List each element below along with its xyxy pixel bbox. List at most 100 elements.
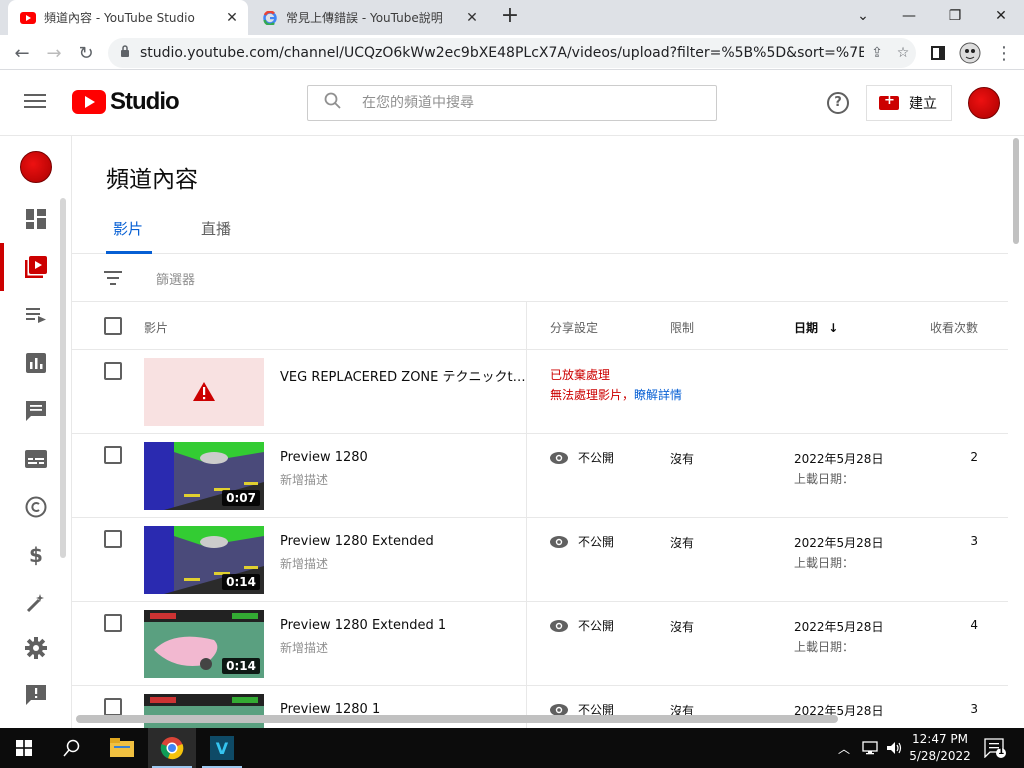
forward-arrow-icon[interactable]: →: [40, 39, 68, 67]
volume-icon[interactable]: [886, 728, 902, 768]
create-video-icon: [879, 93, 899, 110]
row-checkbox[interactable]: [104, 362, 122, 380]
video-description[interactable]: 新增描述: [280, 639, 328, 656]
copyright-icon[interactable]: [24, 495, 48, 519]
channel-avatar[interactable]: [20, 151, 52, 183]
views-cell: 3: [970, 702, 978, 716]
filter-bar[interactable]: 篩選器: [72, 254, 1008, 302]
studio-logo[interactable]: Studio: [72, 88, 180, 116]
dashboard-icon[interactable]: [24, 207, 48, 231]
channel-search-box[interactable]: [307, 85, 717, 121]
learn-more-link[interactable]: 瞭解詳情: [634, 388, 682, 402]
comments-icon[interactable]: [24, 399, 48, 423]
header-date-label: 日期: [794, 321, 819, 335]
feedback-icon[interactable]: [24, 683, 48, 707]
browser-toolbar: ← → ↻ studio.youtube.com/channel/UCQzO6k…: [0, 35, 1024, 70]
file-explorer-icon[interactable]: [98, 728, 146, 768]
nav-scrollbar[interactable]: [60, 198, 66, 558]
visibility-cell[interactable]: 不公開: [550, 449, 614, 466]
table-row[interactable]: VEG REPLACERED ZONE テクニックthek... 已放棄處理 無…: [72, 350, 1008, 434]
side-panel-icon[interactable]: [924, 39, 952, 67]
notifications-icon[interactable]: 1: [984, 728, 1006, 768]
search-icon[interactable]: [48, 728, 96, 768]
filter-label[interactable]: 篩選器: [156, 269, 195, 288]
browser-tab-studio[interactable]: 頻道內容 - YouTube Studio ✕: [8, 0, 248, 35]
row-checkbox[interactable]: [104, 530, 122, 548]
video-thumbnail[interactable]: 0:14: [144, 610, 264, 678]
horizontal-scrollbar[interactable]: [76, 715, 838, 723]
back-arrow-icon[interactable]: ←: [8, 39, 36, 67]
header-restrictions[interactable]: 限制: [670, 319, 694, 336]
video-thumbnail[interactable]: 0:07: [144, 442, 264, 510]
create-button[interactable]: 建立: [866, 85, 952, 121]
table-row[interactable]: 0:07 Preview 1280 新增描述 不公開 沒有 2022年5月28日…: [72, 434, 1008, 518]
settings-gear-icon[interactable]: [24, 636, 48, 660]
select-all-checkbox[interactable]: [104, 317, 122, 335]
table-header: 影片 分享設定 限制 日期 ↓ 收看次數: [72, 302, 1008, 350]
profile-avatar-icon[interactable]: [956, 39, 984, 67]
video-thumbnail[interactable]: 0:14: [144, 526, 264, 594]
browser-tab-help[interactable]: 常見上傳錯誤 - YouTube說明 ✕: [250, 0, 488, 35]
filter-icon[interactable]: [104, 271, 122, 289]
video-title[interactable]: VEG REPLACERED ZONE テクニックthek...: [280, 366, 526, 385]
lock-icon: [120, 45, 130, 61]
windows-start-icon[interactable]: [0, 728, 48, 768]
bookmark-star-icon[interactable]: ☆: [890, 45, 916, 61]
reload-icon[interactable]: ↻: [72, 39, 100, 67]
clock-time: 12:47 PM: [912, 732, 968, 746]
analytics-icon[interactable]: [24, 351, 48, 375]
header-date[interactable]: 日期 ↓: [794, 319, 838, 336]
tab-videos[interactable]: 影片: [113, 218, 143, 239]
monetization-icon[interactable]: $: [24, 543, 48, 567]
search-input[interactable]: [362, 95, 682, 111]
video-title[interactable]: Preview 1280 Extended: [280, 534, 526, 549]
restore-button[interactable]: ❐: [932, 0, 978, 32]
video-title[interactable]: Preview 1280: [280, 450, 526, 465]
tab-search-chevron-icon[interactable]: ⌄: [840, 0, 886, 32]
visibility-cell[interactable]: 不公開: [550, 533, 614, 550]
address-bar[interactable]: studio.youtube.com/channel/UCQzO6kWw2ec9…: [108, 38, 916, 68]
visibility-label: 不公開: [578, 451, 615, 465]
create-label: 建立: [909, 96, 937, 112]
vegas-app-icon[interactable]: V: [198, 728, 246, 768]
video-title[interactable]: Preview 1280 Extended 1: [280, 618, 526, 633]
vertical-scrollbar[interactable]: [1013, 138, 1019, 244]
new-tab-button[interactable]: +: [498, 5, 522, 29]
menu-icon[interactable]: [24, 94, 46, 110]
video-description[interactable]: 新增描述: [280, 555, 328, 572]
playlists-icon[interactable]: [24, 303, 48, 327]
header-views[interactable]: 收看次數: [930, 319, 978, 336]
windows-taskbar: V ︿ 12:47 PM 5/28/2022 1: [0, 728, 1024, 768]
minimize-button[interactable]: —: [886, 0, 932, 32]
row-checkbox[interactable]: [104, 446, 122, 464]
video-description[interactable]: 新增描述: [280, 471, 328, 488]
google-favicon-icon: [262, 10, 278, 26]
help-icon[interactable]: ?: [827, 92, 849, 114]
more-menu-icon[interactable]: ⋮: [990, 39, 1018, 67]
chrome-icon[interactable]: [148, 728, 196, 768]
restrictions-cell: 沒有: [670, 536, 695, 550]
system-clock[interactable]: 12:47 PM 5/28/2022: [904, 731, 976, 765]
row-checkbox[interactable]: [104, 698, 122, 716]
customization-icon[interactable]: [24, 591, 48, 615]
network-icon[interactable]: [862, 728, 878, 768]
close-tab-icon[interactable]: ✕: [222, 10, 242, 26]
show-hidden-icons-chevron-icon[interactable]: ︿: [838, 728, 850, 768]
header-visibility[interactable]: 分享設定: [550, 319, 598, 336]
eye-icon: [550, 703, 568, 716]
subtitles-icon[interactable]: [24, 447, 48, 471]
error-thumbnail[interactable]: [144, 358, 264, 426]
account-avatar[interactable]: [968, 87, 1000, 119]
close-tab-icon[interactable]: ✕: [462, 10, 482, 26]
tab-live[interactable]: 直播: [201, 218, 231, 239]
table-row[interactable]: 0:14 Preview 1280 Extended 新增描述 不公開 沒有 2…: [72, 518, 1008, 602]
close-window-button[interactable]: ✕: [978, 0, 1024, 32]
content-icon[interactable]: [24, 255, 48, 279]
search-icon: [324, 92, 342, 114]
page-title: 頻道內容: [106, 167, 198, 193]
share-icon[interactable]: ⇪: [864, 45, 890, 61]
processing-status: 已放棄處理: [550, 368, 611, 382]
row-checkbox[interactable]: [104, 614, 122, 632]
table-row[interactable]: 0:14 Preview 1280 Extended 1 新增描述 不公開 沒有…: [72, 602, 1008, 686]
visibility-cell[interactable]: 不公開: [550, 617, 614, 634]
